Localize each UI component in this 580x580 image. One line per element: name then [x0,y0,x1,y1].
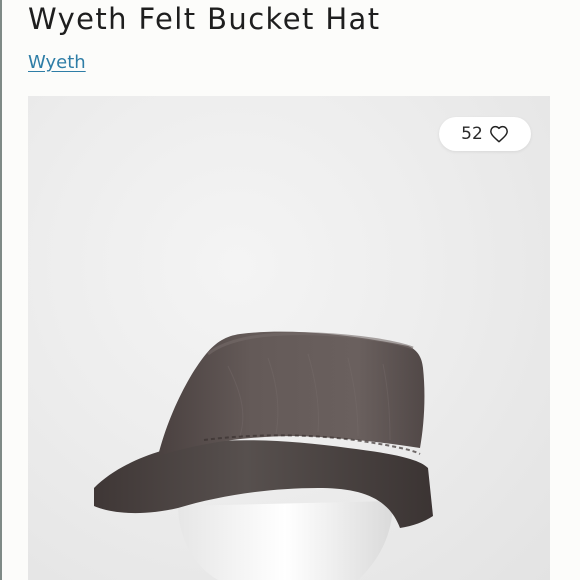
hat-crown [158,331,425,456]
brand-link[interactable]: Wyeth [28,52,86,73]
like-count: 52 [461,124,483,144]
heart-outline-icon [489,125,508,143]
window-left-edge [0,0,2,580]
like-button[interactable]: 52 [439,117,531,151]
bucket-hat-illustration [94,331,433,580]
product-photo[interactable] [28,96,550,580]
product-title: Wyeth Felt Bucket Hat [28,2,381,36]
mannequin-head [178,501,393,580]
